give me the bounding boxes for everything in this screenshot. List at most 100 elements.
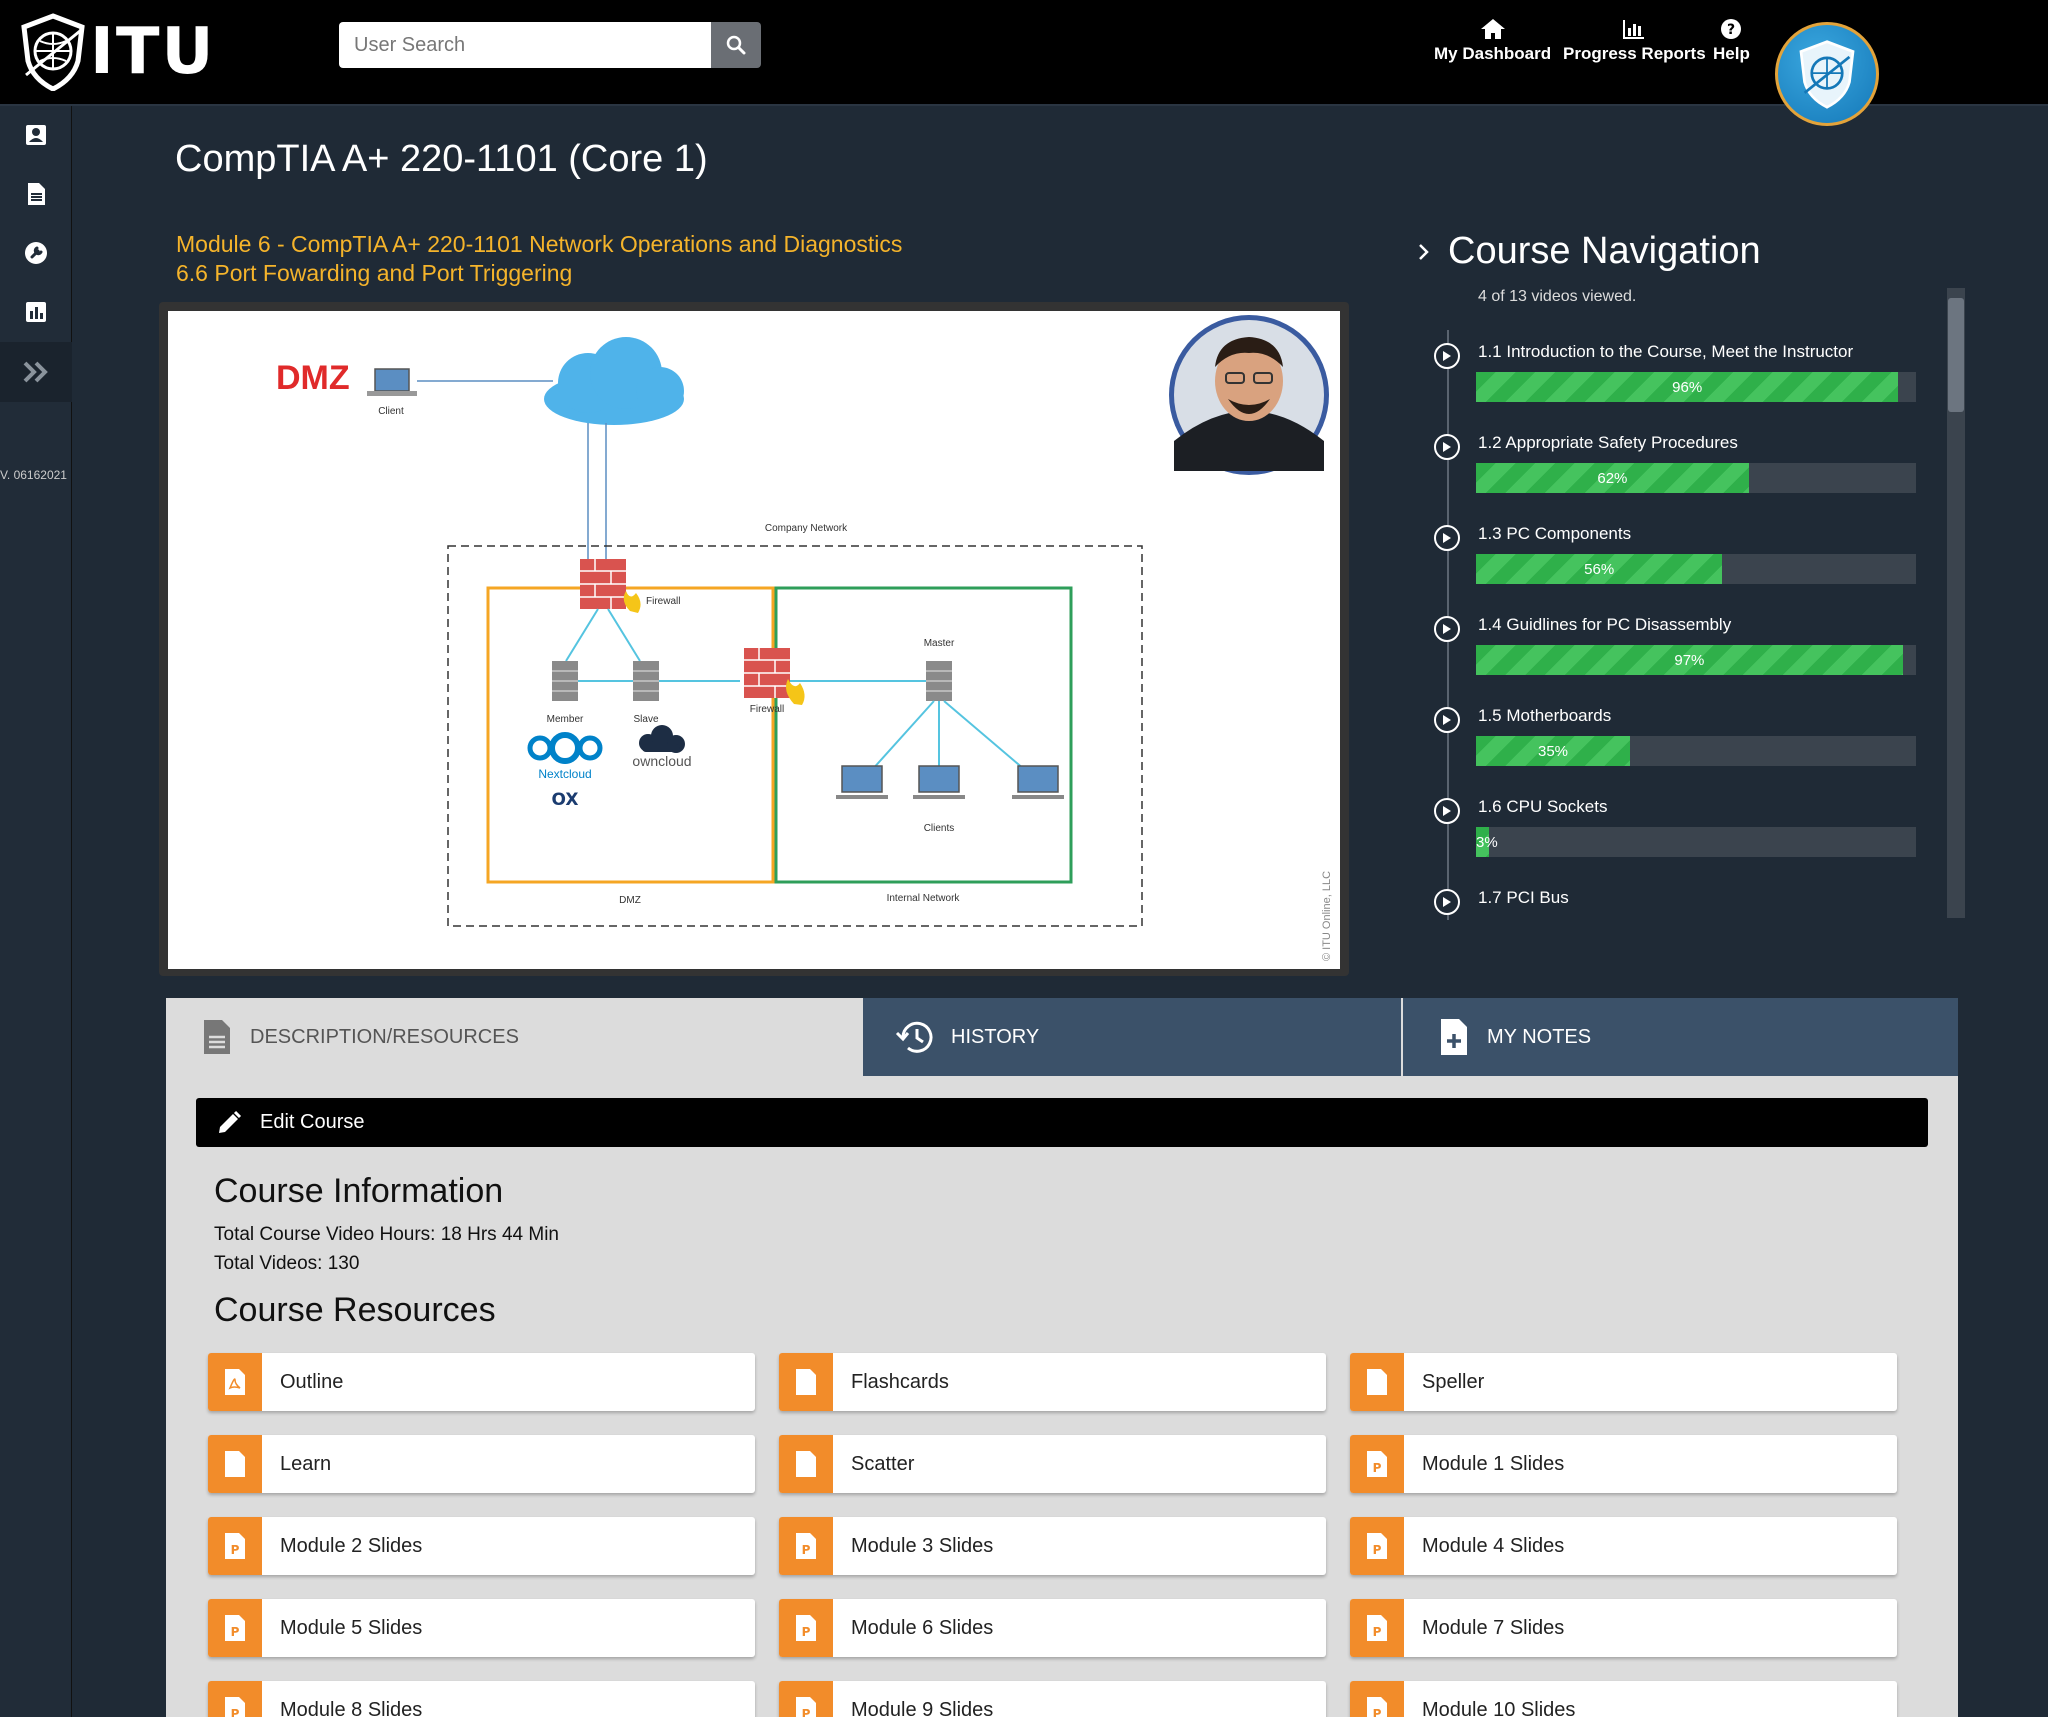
resource-label: Module 9 Slides [851, 1698, 994, 1717]
course-navigation-list[interactable]: 1.1 Introduction to the Course, Meet the… [1430, 330, 1920, 920]
sidebar-item-reports[interactable] [0, 283, 72, 341]
resource-link[interactable]: P Module 4 Slides [1350, 1517, 1897, 1575]
course-nav-item-label[interactable]: 1.7 PCI Bus [1478, 888, 1569, 908]
double-chevron-right-icon [23, 361, 48, 383]
scrollbar-thumb[interactable] [1948, 298, 1964, 412]
video-slide: DMZ Client Company Network Firewall Memb… [168, 311, 1340, 969]
file-icon [779, 1435, 833, 1493]
instructor-video-thumbnail [1169, 315, 1329, 475]
nav-label: Progress Reports [1563, 44, 1706, 63]
sidebar-item-tools[interactable] [0, 224, 72, 282]
play-circle-icon[interactable] [1434, 889, 1460, 915]
resource-label: Scatter [851, 1452, 915, 1475]
chart-icon [26, 302, 46, 322]
resource-label: Flashcards [851, 1370, 949, 1393]
user-avatar[interactable] [1775, 22, 1879, 126]
resource-link[interactable]: Outline [208, 1353, 755, 1411]
course-nav-item-label[interactable]: 1.6 CPU Sockets [1478, 797, 1607, 817]
tab-history[interactable]: HISTORY [863, 998, 1403, 1076]
svg-text:P: P [1373, 1543, 1382, 1557]
resource-link[interactable]: Speller [1350, 1353, 1897, 1411]
resource-link[interactable]: P Module 10 Slides [1350, 1681, 1897, 1717]
play-circle-icon[interactable] [1434, 434, 1460, 460]
search-input[interactable] [339, 22, 711, 68]
nav-help[interactable]: ? Help [1713, 18, 1750, 64]
play-circle-icon[interactable] [1434, 343, 1460, 369]
label-clients: Clients [924, 823, 955, 834]
svg-text:P: P [802, 1543, 811, 1557]
resource-link[interactable]: P Module 2 Slides [208, 1517, 755, 1575]
resource-link[interactable]: P Module 9 Slides [779, 1681, 1326, 1717]
nav-my-dashboard[interactable]: My Dashboard [1434, 18, 1551, 64]
course-nav-item[interactable]: 1.7 PCI Bus [1430, 876, 1920, 920]
course-nav-item-label[interactable]: 1.1 Introduction to the Course, Meet the… [1478, 342, 1853, 362]
resource-label: Speller [1422, 1370, 1485, 1393]
label-internal-network: Internal Network [887, 893, 961, 904]
course-nav-item[interactable]: 1.3 PC Components 56% [1430, 512, 1920, 603]
resource-link[interactable]: Scatter [779, 1435, 1326, 1493]
play-circle-icon[interactable] [1434, 798, 1460, 824]
course-nav-item[interactable]: 1.1 Introduction to the Course, Meet the… [1430, 330, 1920, 421]
resource-link[interactable]: P Module 5 Slides [208, 1599, 755, 1657]
course-nav-item-label[interactable]: 1.4 Guidlines for PC Disassembly [1478, 615, 1731, 635]
resource-label: Module 5 Slides [280, 1616, 423, 1639]
resource-label: Module 6 Slides [851, 1616, 994, 1639]
progress-fill: 96% [1476, 372, 1899, 402]
play-icon [1443, 533, 1451, 543]
play-circle-icon[interactable] [1434, 525, 1460, 551]
progress-label: 56% [1584, 560, 1615, 578]
course-nav-item[interactable]: 1.6 CPU Sockets 3% [1430, 785, 1920, 876]
course-nav-item[interactable]: 1.4 Guidlines for PC Disassembly 97% [1430, 603, 1920, 694]
client-computer-icon [1012, 765, 1064, 799]
file-icon [1350, 1353, 1404, 1411]
resource-link[interactable]: Learn [208, 1435, 755, 1493]
edit-course-button[interactable]: Edit Course [196, 1098, 1928, 1147]
resource-link[interactable]: P Module 8 Slides [208, 1681, 755, 1717]
resource-label: Module 8 Slides [280, 1698, 423, 1717]
course-nav-item-label[interactable]: 1.5 Motherboards [1478, 706, 1611, 726]
tab-label: MY NOTES [1487, 1025, 1592, 1048]
course-nav-item-label[interactable]: 1.3 PC Components [1478, 524, 1631, 544]
powerpoint-icon: P [208, 1599, 262, 1657]
tab-my-notes[interactable]: MY NOTES [1403, 998, 1958, 1076]
progress-label: 97% [1674, 651, 1705, 669]
sidebar-expand-button[interactable] [0, 342, 72, 402]
tab-label: DESCRIPTION/RESOURCES [250, 1025, 519, 1048]
sidebar-item-profile[interactable] [0, 106, 72, 164]
itu-logo[interactable]: ITU [18, 12, 218, 92]
play-icon [1443, 806, 1451, 816]
course-nav-item-label[interactable]: 1.2 Appropriate Safety Procedures [1478, 433, 1738, 453]
powerpoint-icon: P [779, 1517, 833, 1575]
resource-link[interactable]: P Module 3 Slides [779, 1517, 1326, 1575]
tab-description-resources[interactable]: DESCRIPTION/RESOURCES [166, 998, 863, 1076]
svg-text:P: P [231, 1625, 240, 1639]
progress-fill: 35% [1476, 736, 1630, 766]
course-navigation-toggle[interactable]: Course Navigation [1418, 230, 1761, 273]
resource-link[interactable]: P Module 1 Slides [1350, 1435, 1897, 1493]
video-player[interactable]: DMZ Client Company Network Firewall Memb… [159, 302, 1349, 976]
resource-link[interactable]: P Module 6 Slides [779, 1599, 1326, 1657]
file-icon [208, 1435, 262, 1493]
course-nav-item[interactable]: 1.5 Motherboards 35% [1430, 694, 1920, 785]
search-button[interactable] [711, 22, 761, 68]
resource-link[interactable]: P Module 7 Slides [1350, 1599, 1897, 1657]
play-circle-icon[interactable] [1434, 616, 1460, 642]
svg-text:?: ? [1727, 22, 1735, 38]
course-nav-item[interactable]: 1.2 Appropriate Safety Procedures 62% [1430, 421, 1920, 512]
resource-label: Learn [280, 1452, 332, 1475]
shield-logo-icon [21, 13, 85, 91]
video-progress-bar: 62% [1476, 463, 1916, 493]
nav-label: My Dashboard [1434, 44, 1552, 63]
client-computer-icon [913, 765, 965, 799]
progress-fill: 97% [1476, 645, 1903, 675]
resource-link[interactable]: Flashcards [779, 1353, 1326, 1411]
logo-text: ITU [90, 15, 216, 89]
nav-progress-reports[interactable]: Progress Reports [1563, 18, 1706, 64]
powerpoint-icon: P [779, 1681, 833, 1717]
play-circle-icon[interactable] [1434, 707, 1460, 733]
label-ox: OX [552, 790, 579, 810]
nav-label: Help [1713, 44, 1750, 63]
sidebar-item-documents[interactable] [0, 165, 72, 223]
svg-text:P: P [802, 1625, 811, 1639]
svg-text:P: P [1373, 1707, 1382, 1717]
